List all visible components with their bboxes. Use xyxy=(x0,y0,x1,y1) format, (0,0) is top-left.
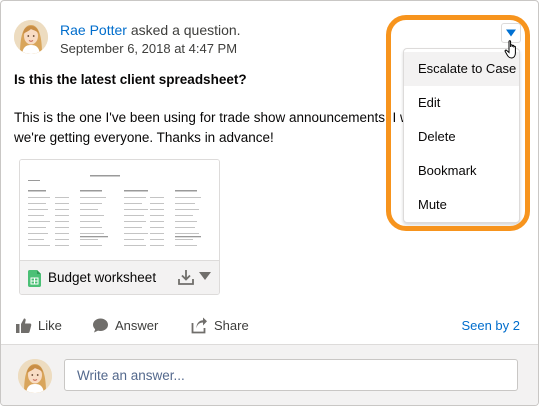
post-actions-dropdown: Escalate to Case Edit Delete Bookmark Mu… xyxy=(403,48,520,223)
seen-by-link[interactable]: Seen by 2 xyxy=(461,318,520,333)
answer-composer xyxy=(1,344,538,405)
post-menu-button[interactable] xyxy=(501,23,521,43)
current-user-avatar xyxy=(18,359,52,393)
menu-item-bookmark[interactable]: Bookmark xyxy=(404,154,519,188)
chevron-down-icon[interactable] xyxy=(199,271,211,281)
answer-button[interactable]: Answer xyxy=(92,317,158,334)
post-timestamp[interactable]: September 6, 2018 at 4:47 PM xyxy=(60,41,237,56)
file-name[interactable]: Budget worksheet xyxy=(48,270,156,285)
speech-bubble-icon xyxy=(93,318,108,333)
share-label: Share xyxy=(214,318,249,333)
answer-label: Answer xyxy=(115,318,159,333)
question-body: This is the one I've been using for trad… xyxy=(14,108,424,148)
post-action-text: asked a question. xyxy=(126,22,241,38)
feed-actions-bar: Like Answer Share Seen by 2 xyxy=(1,311,538,341)
chevron-down-icon xyxy=(506,29,516,37)
attachment-card[interactable]: Budget worksheet xyxy=(19,159,220,295)
like-icon xyxy=(16,318,32,333)
question-body-line: This is the one I've been using for trad… xyxy=(14,110,410,125)
attachment-footer: Budget worksheet xyxy=(20,260,219,294)
author-avatar[interactable] xyxy=(14,20,48,54)
share-button[interactable]: Share xyxy=(191,317,249,334)
feed-post-card: Rae Potter asked a question. September 6… xyxy=(0,0,539,406)
menu-item-delete[interactable]: Delete xyxy=(404,120,519,154)
question-body-line: we're getting everyone. Thanks in advanc… xyxy=(14,130,274,145)
like-button[interactable]: Like xyxy=(15,317,62,334)
answer-input[interactable] xyxy=(64,359,518,391)
like-label: Like xyxy=(38,318,62,333)
share-icon xyxy=(191,317,207,334)
menu-item-edit[interactable]: Edit xyxy=(404,86,519,120)
author-link[interactable]: Rae Potter xyxy=(60,22,127,38)
question-title: Is this the latest client spreadsheet? xyxy=(14,72,247,87)
menu-item-escalate-to-case[interactable]: Escalate to Case xyxy=(404,52,519,86)
author-line: Rae Potter asked a question. xyxy=(60,22,241,38)
download-icon[interactable] xyxy=(177,268,195,286)
menu-item-mute[interactable]: Mute xyxy=(404,188,519,222)
spreadsheet-icon xyxy=(28,270,41,287)
spreadsheet-thumbnail[interactable] xyxy=(20,160,219,260)
